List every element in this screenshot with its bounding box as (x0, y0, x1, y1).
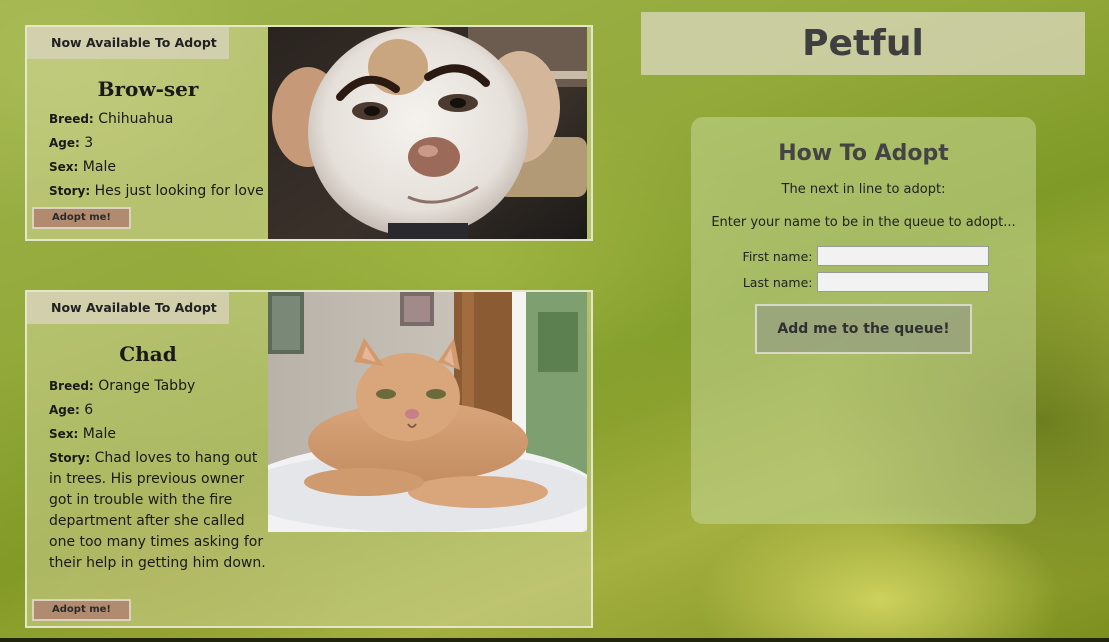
story-label: Story: (49, 184, 91, 198)
availability-tag: Now Available To Adopt (27, 292, 229, 324)
chihuahua-photo (268, 27, 587, 239)
sex-value: Male (82, 159, 116, 175)
last-name-input[interactable] (816, 272, 989, 292)
site-title: Petful (641, 12, 1085, 75)
how-to-adopt-panel: How To Adopt The next in line to adopt: … (691, 117, 1036, 524)
add-to-queue-button[interactable]: Add me to the queue! (755, 304, 972, 354)
story-value: Chad loves to hang out in trees. His pre… (49, 450, 266, 571)
sex-label: Sex: (49, 160, 79, 174)
first-name-input[interactable] (816, 246, 989, 266)
sex-value: Male (82, 426, 116, 442)
pet-details: Breed: Orange Tabby Age: 6 Sex: Male Sto… (49, 376, 271, 574)
next-in-line-text: The next in line to adopt: (781, 182, 946, 197)
last-name-label: Last name: (742, 274, 813, 290)
sex-label: Sex: (49, 427, 79, 441)
availability-tag: Now Available To Adopt (27, 27, 229, 59)
breed-value: Orange Tabby (98, 378, 196, 394)
panel-heading: How To Adopt (778, 141, 949, 166)
adopt-me-button[interactable]: Adopt me! (32, 599, 131, 621)
breed-value: Chihuahua (98, 111, 174, 127)
orange-tabby-photo (268, 292, 587, 532)
adopt-me-button[interactable]: Adopt me! (32, 207, 131, 229)
pet-card-browser: Now Available To Adopt Brow-ser Breed: C… (25, 25, 593, 241)
age-label: Age: (49, 136, 80, 150)
age-value: 6 (84, 402, 94, 418)
first-name-label: First name: (742, 248, 813, 264)
first-name-row: First name: (691, 246, 1036, 266)
age-label: Age: (49, 403, 80, 417)
pet-details: Breed: Chihuahua Age: 3 Sex: Male Story:… (49, 109, 271, 202)
pet-card-chad: Now Available To Adopt Chad Breed: Orang… (25, 290, 593, 628)
age-value: 3 (84, 135, 94, 151)
breed-label: Breed: (49, 379, 94, 393)
bottom-divider (0, 638, 1109, 642)
last-name-row: Last name: (691, 272, 1036, 292)
story-label: Story: (49, 451, 91, 465)
pet-name: Chad (119, 342, 177, 366)
queue-instructions: Enter your name to be in the queue to ad… (711, 215, 1016, 230)
breed-label: Breed: (49, 112, 94, 126)
pet-name: Brow-ser (97, 77, 199, 101)
story-value: Hes just looking for love (94, 183, 264, 199)
